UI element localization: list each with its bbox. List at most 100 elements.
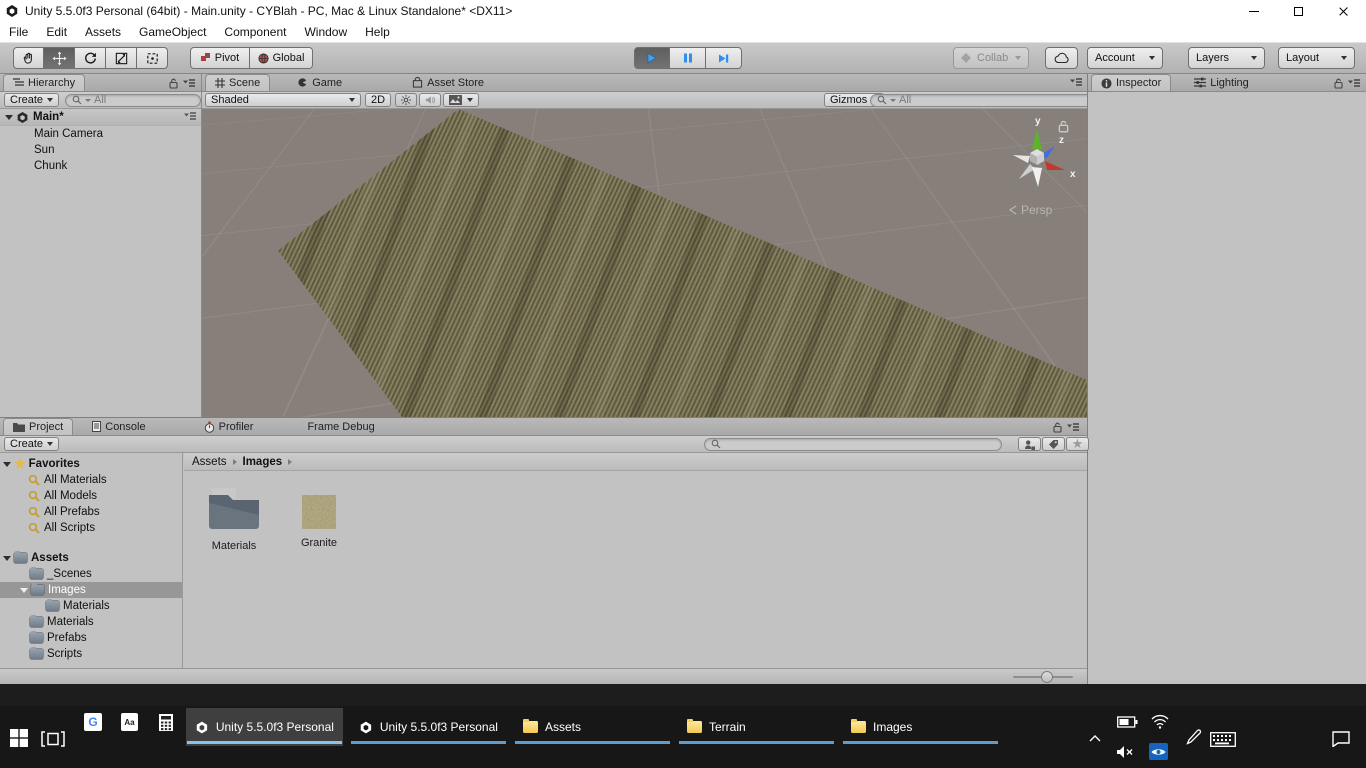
pivot-toggle-button[interactable]: Pivot bbox=[190, 47, 250, 69]
2d-toggle-button[interactable]: 2D bbox=[365, 93, 391, 107]
favorite-all-prefabs[interactable]: All Prefabs bbox=[0, 504, 182, 520]
menu-edit[interactable]: Edit bbox=[37, 25, 76, 39]
panel-menu-icon[interactable] bbox=[1348, 79, 1360, 89]
tab-game[interactable]: Game bbox=[288, 74, 351, 91]
taskbar-window-unity-1[interactable]: Unity 5.5.0f3 Personal... bbox=[186, 708, 343, 746]
start-button[interactable] bbox=[8, 727, 30, 749]
tray-expand-button[interactable] bbox=[1086, 731, 1104, 745]
tab-frame-debug[interactable]: Frame Debug bbox=[298, 418, 383, 435]
expand-arrow-icon[interactable] bbox=[3, 462, 11, 467]
menu-window[interactable]: Window bbox=[295, 25, 356, 39]
search-by-type-button[interactable] bbox=[1018, 437, 1041, 451]
tree-item-images[interactable]: Images bbox=[0, 582, 183, 598]
pause-button[interactable] bbox=[670, 47, 706, 69]
battery-tray-icon[interactable] bbox=[1116, 715, 1138, 728]
tree-item-images-materials[interactable]: Materials bbox=[0, 598, 182, 614]
taskbar-window-unity-2[interactable]: Unity 5.5.0f3 Personal... bbox=[350, 708, 507, 746]
cloud-button[interactable] bbox=[1045, 47, 1078, 69]
taskbar-window-images[interactable]: Images bbox=[842, 708, 999, 746]
taskbar-window-assets[interactable]: Assets bbox=[514, 708, 671, 746]
volume-muted-tray-icon[interactable] bbox=[1115, 744, 1135, 760]
panel-menu-icon[interactable] bbox=[183, 79, 195, 89]
layers-dropdown[interactable]: Layers bbox=[1188, 47, 1265, 69]
hierarchy-scene-row[interactable]: Main* bbox=[0, 109, 201, 126]
tab-inspector[interactable]: Inspector bbox=[1091, 74, 1171, 91]
tab-project[interactable]: Project bbox=[3, 418, 73, 435]
taskbar-window-terrain[interactable]: Terrain bbox=[678, 708, 835, 746]
favorite-all-models[interactable]: All Models bbox=[0, 488, 182, 504]
tab-console[interactable]: Console bbox=[83, 418, 154, 435]
tree-item-materials[interactable]: Materials bbox=[0, 614, 182, 630]
favorites-header[interactable]: ★ Favorites bbox=[0, 456, 182, 472]
task-view-button[interactable] bbox=[40, 730, 66, 748]
slider-knob[interactable] bbox=[1041, 671, 1053, 683]
lock-icon[interactable] bbox=[1053, 422, 1062, 433]
touch-keyboard-tray-icon[interactable] bbox=[1209, 731, 1237, 747]
menu-gameobject[interactable]: GameObject bbox=[130, 25, 215, 39]
step-button[interactable] bbox=[706, 47, 742, 69]
hierarchy-create-button[interactable]: Create bbox=[4, 93, 59, 107]
wifi-tray-icon[interactable] bbox=[1150, 713, 1170, 729]
play-button[interactable] bbox=[634, 47, 670, 69]
hierarchy-item-chunk[interactable]: Chunk bbox=[0, 158, 201, 174]
lock-icon[interactable] bbox=[1334, 78, 1343, 89]
asset-texture-granite[interactable]: Granite bbox=[287, 495, 351, 549]
assets-root-row[interactable]: Assets bbox=[0, 550, 182, 566]
project-create-button[interactable]: Create bbox=[4, 437, 59, 451]
rect-tool-button[interactable] bbox=[137, 47, 168, 69]
calculator-pinned-icon[interactable] bbox=[157, 712, 175, 732]
minimize-button[interactable] bbox=[1231, 0, 1276, 22]
close-button[interactable] bbox=[1321, 0, 1366, 22]
hierarchy-item-main-camera[interactable]: Main Camera bbox=[0, 126, 201, 142]
global-toggle-button[interactable]: Global bbox=[250, 47, 313, 69]
tree-item-scenes[interactable]: _Scenes bbox=[0, 566, 182, 582]
expand-arrow-icon[interactable] bbox=[20, 588, 28, 593]
project-search-input[interactable] bbox=[704, 438, 1002, 451]
tree-item-prefabs[interactable]: Prefabs bbox=[0, 630, 182, 646]
account-dropdown[interactable]: Account bbox=[1087, 47, 1163, 69]
action-center-button[interactable] bbox=[1330, 730, 1352, 748]
favorite-all-materials[interactable]: All Materials bbox=[0, 472, 182, 488]
layout-dropdown[interactable]: Layout bbox=[1278, 47, 1355, 69]
move-tool-button[interactable] bbox=[44, 47, 75, 69]
breadcrumb-root[interactable]: Assets bbox=[192, 456, 227, 468]
hierarchy-search-input[interactable]: All bbox=[65, 94, 201, 107]
rotate-tool-button[interactable] bbox=[75, 47, 106, 69]
panel-menu-icon[interactable] bbox=[1067, 423, 1079, 433]
tab-scene[interactable]: Scene bbox=[205, 74, 270, 91]
menu-file[interactable]: File bbox=[0, 25, 37, 39]
menu-component[interactable]: Component bbox=[215, 25, 295, 39]
lighting-toggle-button[interactable] bbox=[395, 93, 417, 107]
effects-dropdown[interactable] bbox=[443, 93, 479, 107]
breadcrumb-current[interactable]: Images bbox=[243, 456, 283, 468]
tree-item-scripts[interactable]: Scripts bbox=[0, 646, 182, 662]
shading-mode-dropdown[interactable]: Shaded bbox=[205, 93, 361, 107]
thumbnail-zoom-slider[interactable] bbox=[1013, 676, 1073, 678]
scale-tool-button[interactable] bbox=[106, 47, 137, 69]
favorite-all-scripts[interactable]: All Scripts bbox=[0, 520, 182, 536]
tab-profiler[interactable]: Profiler bbox=[195, 418, 263, 435]
asset-folder-materials[interactable]: Materials bbox=[202, 485, 266, 552]
hierarchy-item-sun[interactable]: Sun bbox=[0, 142, 201, 158]
scene-viewport[interactable]: y z x Persp bbox=[202, 109, 1087, 417]
chrome-pinned-icon[interactable]: G bbox=[84, 713, 102, 731]
tab-asset-store[interactable]: Asset Store bbox=[403, 74, 493, 91]
audio-toggle-button[interactable] bbox=[419, 93, 441, 107]
menu-assets[interactable]: Assets bbox=[76, 25, 130, 39]
menu-help[interactable]: Help bbox=[356, 25, 399, 39]
tab-hierarchy[interactable]: Hierarchy bbox=[3, 74, 85, 91]
expand-arrow-icon[interactable] bbox=[5, 115, 13, 120]
eyecare-tray-icon[interactable] bbox=[1149, 743, 1168, 760]
favorites-filter-button[interactable]: ★ bbox=[1066, 437, 1089, 451]
collab-dropdown[interactable]: Collab bbox=[953, 47, 1029, 69]
pen-tray-icon[interactable] bbox=[1185, 728, 1203, 748]
maximize-button[interactable] bbox=[1276, 0, 1321, 22]
scene-menu-icon[interactable] bbox=[184, 112, 196, 122]
lock-icon[interactable] bbox=[169, 78, 178, 89]
projection-toggle[interactable]: Persp bbox=[1008, 203, 1052, 217]
dictionary-pinned-icon[interactable]: Aa bbox=[121, 713, 138, 731]
search-by-label-button[interactable] bbox=[1042, 437, 1065, 451]
hand-tool-button[interactable] bbox=[13, 47, 44, 69]
panel-menu-icon[interactable] bbox=[1070, 78, 1082, 88]
tab-lighting[interactable]: Lighting bbox=[1185, 74, 1258, 91]
